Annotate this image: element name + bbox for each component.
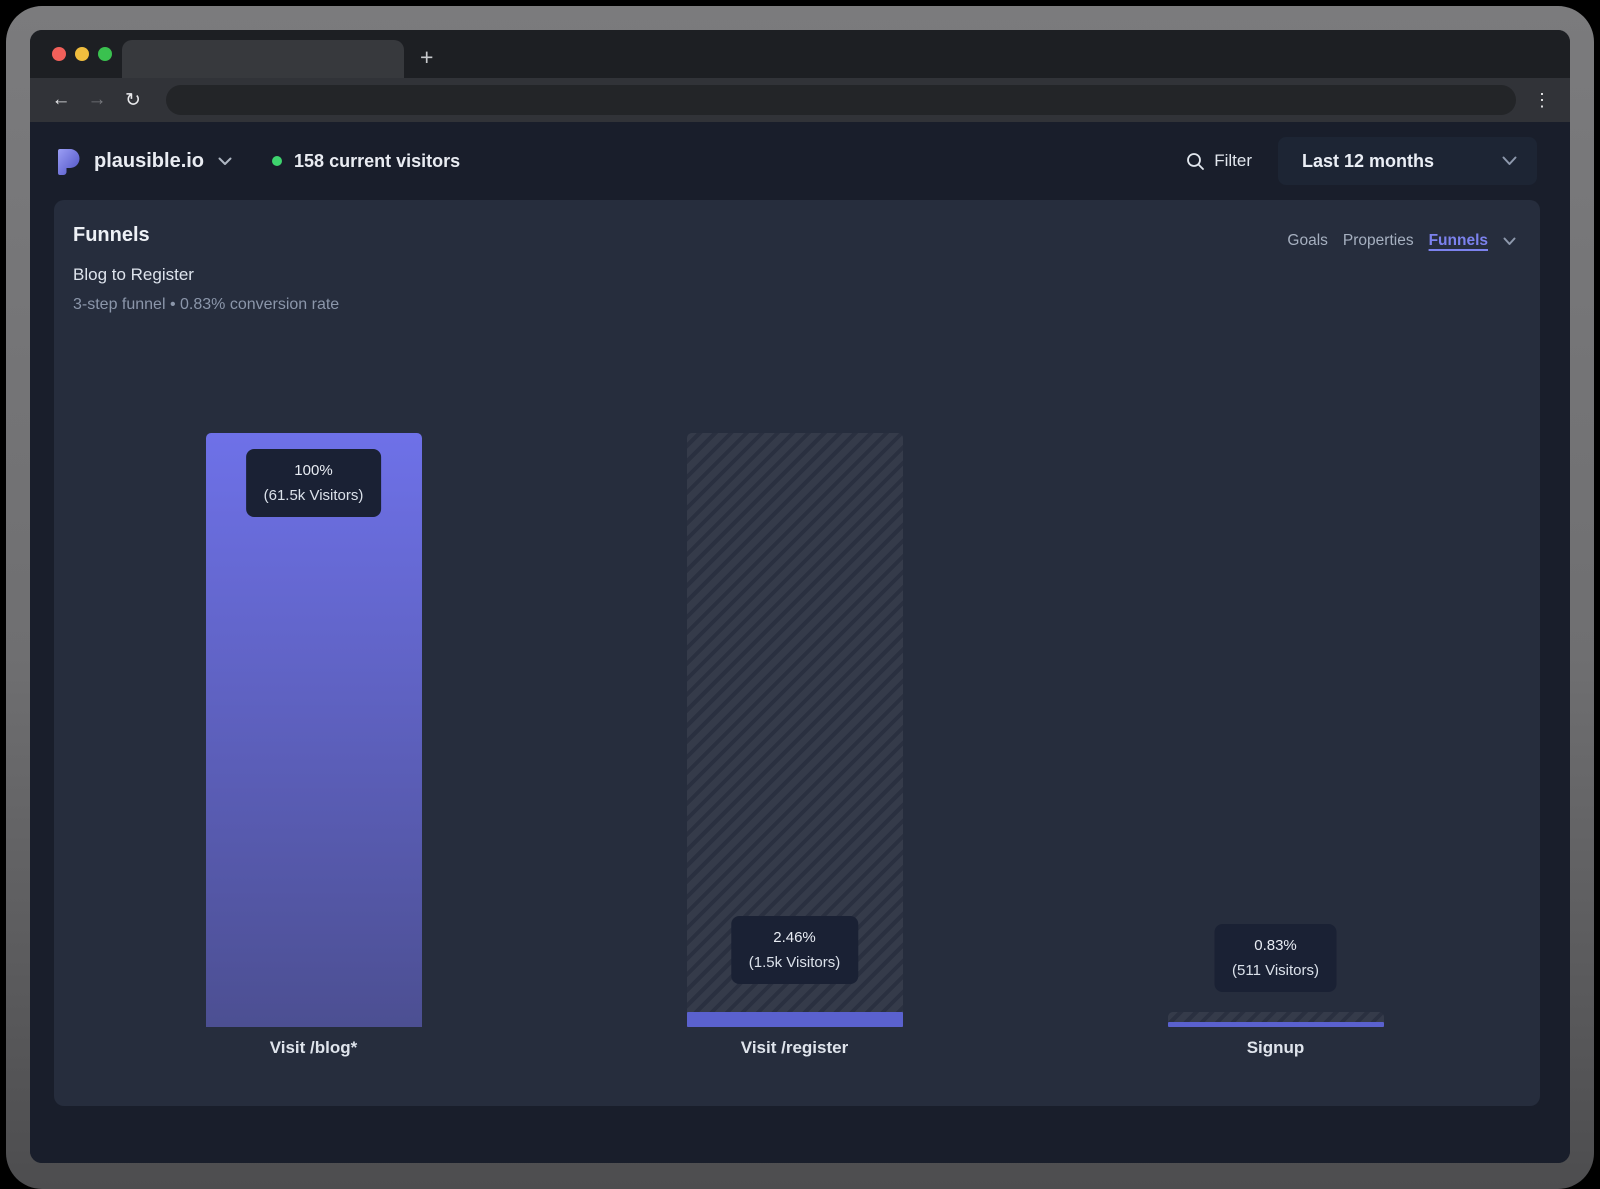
funnels-panel: Funnels Blog to Register 3-step funnel •… (54, 200, 1540, 1106)
browser-tab-strip: + (30, 30, 1570, 78)
date-range-value: Last 12 months (1302, 151, 1434, 172)
reload-icon[interactable]: ↻ (120, 89, 146, 112)
step-label: Visit /blog* (73, 1037, 554, 1059)
funnel-step-signup[interactable]: 0.83% (511 Visitors) (1035, 433, 1516, 1027)
funnel-tooltip: 100% (61.5k Visitors) (246, 449, 382, 517)
funnel-step-visit-register[interactable]: 2.46% (1.5k Visitors) (554, 433, 1035, 1027)
tab-goals[interactable]: Goals (1287, 232, 1328, 250)
tooltip-percent: 0.83% (1232, 935, 1319, 956)
page-content: plausible.io 158 current visitors Filter (30, 122, 1570, 1163)
current-visitors-label: 158 current visitors (294, 151, 460, 172)
current-visitors[interactable]: 158 current visitors (272, 151, 460, 172)
funnel-tooltip: 2.46% (1.5k Visitors) (731, 916, 858, 984)
funnel-step-visit-blog[interactable]: 100% (61.5k Visitors) (73, 433, 554, 1027)
search-icon (1186, 152, 1205, 171)
funnel-name: Blog to Register (73, 264, 339, 286)
tooltip-visitors: (1.5k Visitors) (749, 952, 840, 973)
plausible-logo-icon (56, 147, 82, 175)
step-label: Visit /register (554, 1037, 1035, 1059)
filter-button[interactable]: Filter (1186, 151, 1252, 171)
site-switcher-chevron-down-icon[interactable] (218, 157, 232, 166)
chevron-down-icon (1502, 156, 1517, 166)
window-controls (30, 47, 112, 78)
funnel-chart: 100% (61.5k Visitors) 2.46% (1.5k Visito… (73, 433, 1516, 1027)
tab-funnels[interactable]: Funnels (1429, 232, 1488, 250)
step-label: Signup (1035, 1037, 1516, 1059)
new-tab-button[interactable]: + (420, 46, 433, 69)
minimize-window-icon[interactable] (75, 47, 89, 61)
funnel-bar-solid (206, 433, 422, 1027)
live-dot-icon (272, 156, 282, 166)
dashboard-header: plausible.io 158 current visitors Filter (30, 122, 1570, 200)
tooltip-percent: 100% (264, 460, 364, 481)
funnel-step-labels: Visit /blog* Visit /register Signup (73, 1037, 1516, 1059)
funnel-select-chevron-down-icon[interactable] (1503, 237, 1516, 246)
funnel-tooltip: 0.83% (511 Visitors) (1214, 924, 1337, 992)
browser-tab[interactable] (122, 40, 404, 78)
back-icon[interactable]: ← (48, 89, 74, 111)
forward-icon[interactable]: → (84, 89, 110, 111)
funnel-bar-solid (1168, 1022, 1384, 1027)
tooltip-percent: 2.46% (749, 927, 840, 948)
close-window-icon[interactable] (52, 47, 66, 61)
browser-toolbar: ← → ↻ ⋮ (30, 78, 1570, 122)
filter-label: Filter (1214, 151, 1252, 171)
screenshot-frame: + ← → ↻ ⋮ plausible.io (6, 6, 1594, 1189)
funnel-bar-solid (687, 1012, 903, 1027)
browser-window: + ← → ↻ ⋮ plausible.io (30, 30, 1570, 1163)
panel-head: Funnels Blog to Register 3-step funnel •… (73, 222, 1516, 315)
tooltip-visitors: (511 Visitors) (1232, 960, 1319, 981)
panel-title: Funnels (73, 222, 339, 248)
url-bar[interactable] (166, 85, 1516, 115)
fullscreen-window-icon[interactable] (98, 47, 112, 61)
site-name[interactable]: plausible.io (94, 150, 204, 173)
funnel-meta: 3-step funnel • 0.83% conversion rate (73, 294, 339, 315)
browser-menu-icon[interactable]: ⋮ (1532, 90, 1552, 111)
panel-head-left: Funnels Blog to Register 3-step funnel •… (73, 222, 339, 315)
tab-properties[interactable]: Properties (1343, 232, 1414, 250)
tooltip-visitors: (61.5k Visitors) (264, 485, 364, 506)
panel-view-tabs: Goals Properties Funnels (1287, 222, 1516, 250)
date-range-dropdown[interactable]: Last 12 months (1278, 137, 1537, 185)
